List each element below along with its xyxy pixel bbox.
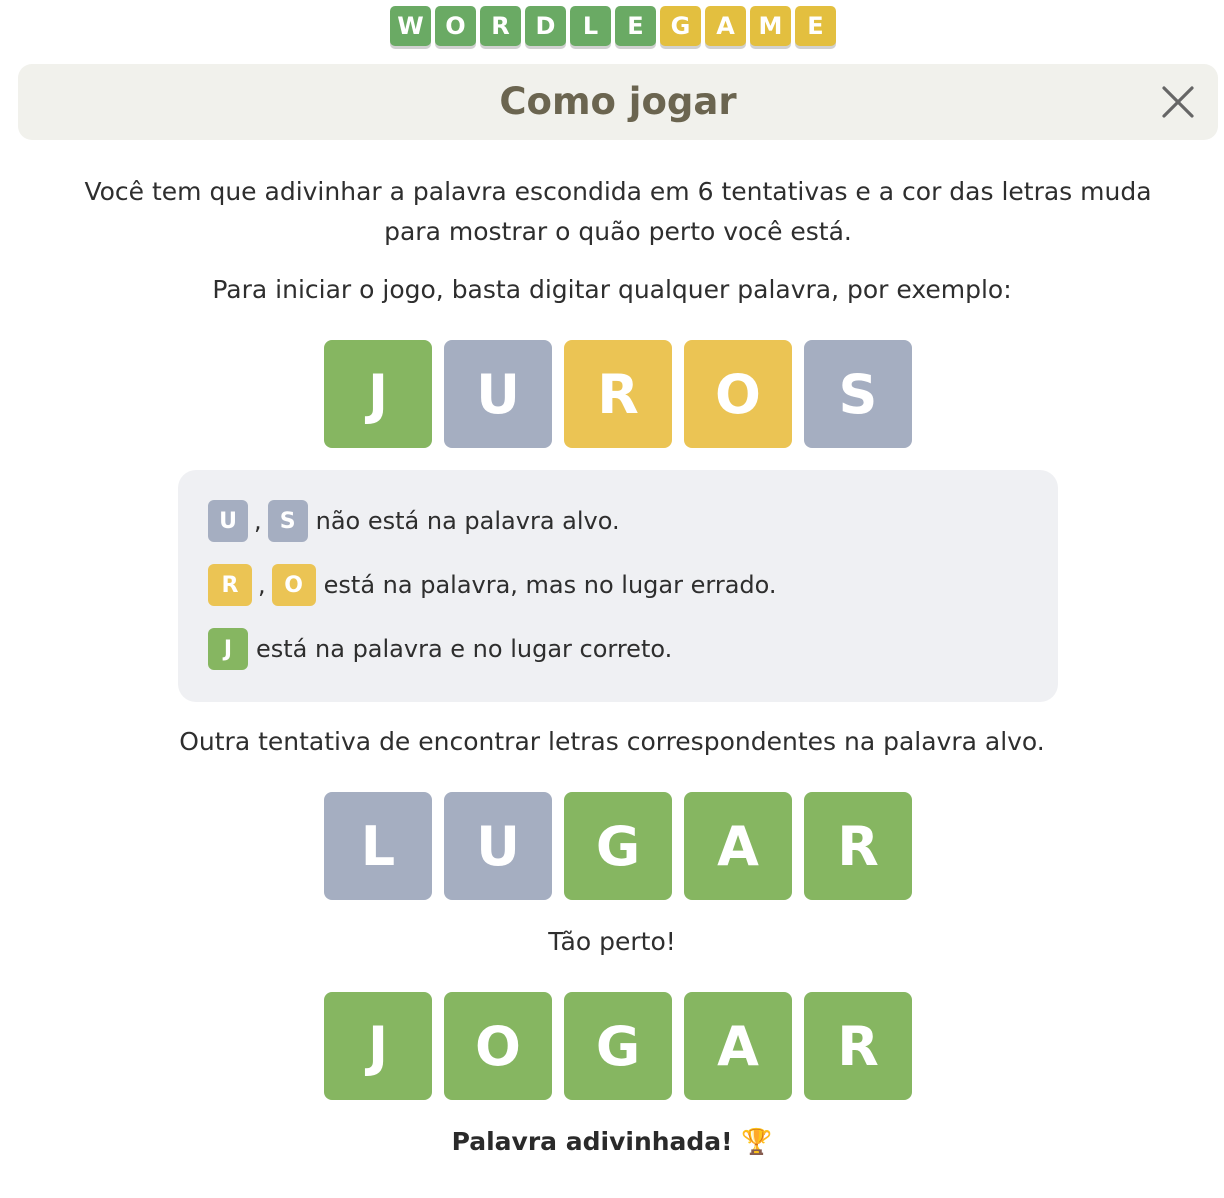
close-button[interactable]: [1160, 84, 1196, 120]
letter-tile-correct: R: [804, 792, 912, 900]
close-icon: [1162, 86, 1194, 118]
mini-tile-absent: U: [208, 500, 248, 542]
logo-tile: M: [750, 6, 791, 46]
intro-text: Você tem que adivinhar a palavra escondi…: [84, 177, 1152, 246]
logo-tile: E: [795, 6, 836, 46]
another-attempt-text: Outra tentativa de encontrar letras corr…: [179, 727, 1045, 756]
example-word-2: L U G A R: [324, 792, 912, 900]
letter-tile-correct: G: [564, 792, 672, 900]
example-word-1: J U R O S: [324, 340, 912, 448]
separator: ,: [254, 507, 262, 535]
letter-tile-present: O: [684, 340, 792, 448]
logo-wordlegame: W O R D L E G A M E: [390, 6, 836, 46]
letter-tile-correct: A: [684, 792, 792, 900]
logo-tile: L: [570, 6, 611, 46]
word-guessed-text: Palavra adivinhada! 🏆: [451, 1127, 773, 1156]
letter-tile-correct: J: [324, 992, 432, 1100]
letter-tile-absent: S: [804, 340, 912, 448]
legend-box: U , S não está na palavra alvo. R , O es…: [178, 470, 1058, 702]
mini-tile-correct: J: [208, 628, 248, 670]
legend-present-text: está na palavra, mas no lugar errado.: [323, 571, 777, 599]
letter-tile-correct: G: [564, 992, 672, 1100]
letter-tile-correct: R: [804, 992, 912, 1100]
logo-tile: D: [525, 6, 566, 46]
legend-correct-text: está na palavra e no lugar correto.: [256, 635, 673, 663]
separator: ,: [258, 571, 266, 599]
letter-tile-correct: A: [684, 992, 792, 1100]
legend-absent: U , S não está na palavra alvo.: [208, 500, 620, 542]
letter-tile-present: R: [564, 340, 672, 448]
mini-tile-present: O: [271, 564, 316, 606]
letter-tile-correct: J: [324, 340, 432, 448]
modal-header: Como jogar: [18, 64, 1218, 140]
letter-tile-absent: U: [444, 340, 552, 448]
legend-present: R , O está na palavra, mas no lugar erra…: [208, 564, 777, 606]
letter-tile-absent: U: [444, 792, 552, 900]
legend-absent-text: não está na palavra alvo.: [315, 507, 620, 535]
legend-correct: J está na palavra e no lugar correto.: [208, 628, 672, 670]
logo-tile: R: [480, 6, 521, 46]
so-close-text: Tão perto!: [548, 927, 676, 956]
mini-tile-absent: S: [267, 500, 308, 542]
logo-tile: G: [660, 6, 701, 46]
logo-tile: W: [390, 6, 431, 46]
logo-tile: A: [705, 6, 746, 46]
logo-tile: E: [615, 6, 656, 46]
start-text: Para iniciar o jogo, basta digitar qualq…: [212, 275, 1012, 304]
letter-tile-absent: L: [324, 792, 432, 900]
mini-tile-present: R: [208, 564, 252, 606]
modal-title: Como jogar: [499, 80, 737, 123]
logo-tile: O: [435, 6, 476, 46]
letter-tile-correct: O: [444, 992, 552, 1100]
example-word-3: J O G A R: [324, 992, 912, 1100]
